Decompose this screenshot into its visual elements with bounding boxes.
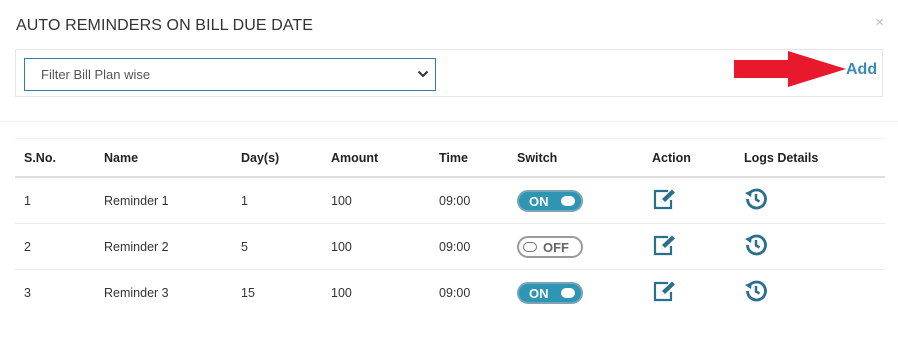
cell-logs bbox=[735, 223, 885, 270]
header-name: Name bbox=[95, 138, 232, 178]
table-row: 1 Reminder 1 1 100 09:00 ON bbox=[15, 177, 885, 224]
modal-title: AUTO REMINDERS ON BILL DUE DATE bbox=[16, 17, 314, 34]
reminder-toggle[interactable]: OFF bbox=[517, 235, 583, 258]
cell-logs bbox=[735, 270, 885, 316]
header-action: Action bbox=[643, 138, 735, 178]
cell-amount: 100 bbox=[322, 177, 430, 224]
cell-name: Reminder 1 bbox=[95, 177, 232, 224]
header-days: Day(s) bbox=[232, 138, 322, 178]
cell-sno: 3 bbox=[24, 285, 31, 300]
edit-icon[interactable] bbox=[652, 234, 678, 259]
divider bbox=[0, 121, 898, 122]
close-icon[interactable]: × bbox=[875, 14, 884, 31]
filter-select-value: Filter Bill Plan wise bbox=[41, 67, 151, 82]
cell-amount: 100 bbox=[331, 285, 352, 300]
header-logs-details: Logs Details bbox=[735, 138, 885, 178]
cell-name: Reminder 3 bbox=[104, 285, 169, 300]
cell-switch: OFF bbox=[508, 223, 643, 270]
edit-icon[interactable] bbox=[652, 188, 678, 213]
cell-days: 15 bbox=[241, 285, 255, 300]
toggle-label: ON bbox=[529, 193, 549, 209]
table-header-row: S.No. Name Day(s) Amount Time Switch Act… bbox=[15, 138, 885, 178]
cell-action bbox=[643, 177, 735, 224]
cell-time: 09:00 bbox=[430, 223, 508, 270]
cell-time: 09:00 bbox=[439, 285, 471, 300]
chevron-down-icon bbox=[417, 70, 429, 78]
bill-plan-filter-select[interactable]: Filter Bill Plan wise bbox=[24, 58, 436, 91]
reminders-table: S.No. Name Day(s) Amount Time Switch Act… bbox=[15, 138, 885, 315]
cell-action bbox=[643, 223, 735, 270]
header-amount: Amount bbox=[322, 138, 430, 178]
cell-switch: ON bbox=[508, 177, 643, 224]
toggle-knob bbox=[523, 241, 537, 252]
cell-days: 5 bbox=[232, 223, 322, 270]
cell-time: 09:00 bbox=[430, 177, 508, 224]
table-row: 2 Reminder 2 5 100 09:00 OFF bbox=[15, 223, 885, 270]
cell-switch: ON bbox=[508, 270, 643, 316]
header-switch: Switch bbox=[508, 138, 643, 178]
header-time: Time bbox=[430, 138, 508, 178]
edit-icon[interactable] bbox=[652, 280, 678, 305]
history-icon[interactable] bbox=[744, 279, 768, 306]
cell-logs bbox=[735, 177, 885, 224]
cell-amount: 100 bbox=[322, 223, 430, 270]
header-sno: S.No. bbox=[15, 138, 95, 178]
add-link[interactable]: Add bbox=[846, 61, 877, 79]
cell-action bbox=[643, 270, 735, 316]
table-row: 3 Reminder 3 15 100 09:00 ON bbox=[15, 270, 885, 316]
toggle-label: OFF bbox=[543, 239, 569, 255]
reminder-toggle[interactable]: ON bbox=[517, 281, 583, 304]
history-icon[interactable] bbox=[744, 233, 768, 260]
cell-sno: 1 bbox=[15, 177, 95, 224]
toggle-knob bbox=[561, 195, 575, 206]
cell-name: Reminder 2 bbox=[95, 223, 232, 270]
toggle-knob bbox=[561, 287, 575, 298]
history-icon[interactable] bbox=[744, 187, 768, 214]
reminder-toggle[interactable]: ON bbox=[517, 189, 583, 212]
toggle-label: ON bbox=[529, 285, 549, 301]
cell-days: 1 bbox=[232, 177, 322, 224]
red-arrow-annotation bbox=[734, 51, 846, 87]
cell-sno: 2 bbox=[15, 223, 95, 270]
